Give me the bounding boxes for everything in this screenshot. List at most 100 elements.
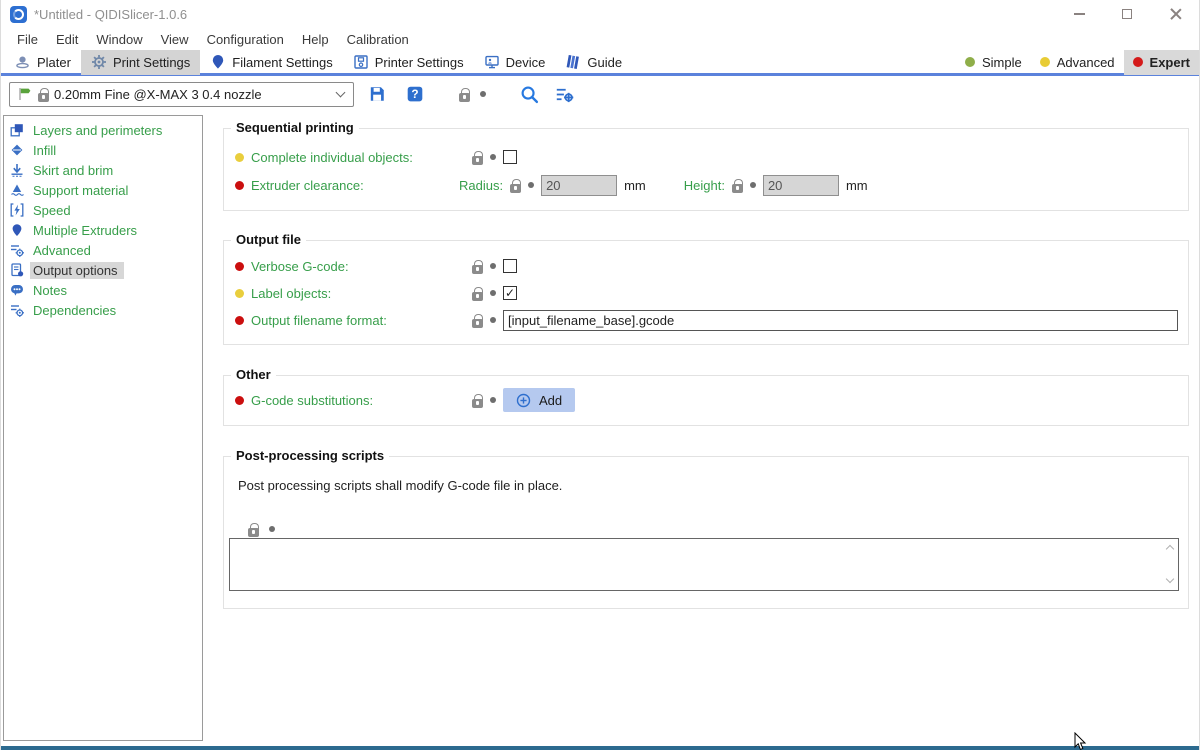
lock-icon[interactable]: [472, 399, 483, 408]
tab-filament-settings[interactable]: Filament Settings: [200, 50, 342, 75]
reset-dot-icon[interactable]: [750, 182, 756, 188]
advanced-mode-dot-icon: [1040, 57, 1050, 67]
speed-icon: [10, 203, 24, 217]
sidebar-item-infill[interactable]: Infill: [4, 140, 202, 160]
scroll-down-icon[interactable]: [1166, 577, 1174, 585]
advanced-icon: [10, 243, 24, 257]
reset-dot-icon[interactable]: [490, 290, 496, 296]
sidebar-item-label: Layers and perimeters: [30, 122, 168, 139]
sidebar-item-label: Skirt and brim: [30, 162, 119, 179]
tab-printer-settings[interactable]: Printer Settings: [343, 50, 474, 75]
save-preset-button[interactable]: [368, 85, 386, 103]
sidebar-item-label: Advanced: [30, 242, 97, 259]
minimize-button[interactable]: [1055, 0, 1103, 28]
reset-dot-icon[interactable]: [490, 263, 496, 269]
mode-label: Simple: [982, 55, 1022, 70]
printer-settings-icon: [353, 54, 369, 70]
tab-guide[interactable]: Guide: [555, 50, 632, 75]
sidebar-item-label: Notes: [30, 282, 73, 299]
mode-advanced[interactable]: Advanced: [1031, 50, 1124, 75]
height-input[interactable]: [763, 175, 839, 196]
section-title: Other: [231, 367, 276, 382]
settings-options-button[interactable]: [555, 85, 574, 104]
preset-dropdown[interactable]: 0.20mm Fine @X-MAX 3 0.4 nozzle: [9, 82, 354, 107]
reset-dot-icon[interactable]: [480, 91, 486, 97]
sidebar-item-label: Output options: [30, 262, 124, 279]
lock-toggle-button[interactable]: [459, 87, 470, 102]
complete-individual-objects-checkbox[interactable]: [503, 150, 517, 164]
radius-unit: mm: [624, 178, 646, 193]
label-objects-checkbox[interactable]: [503, 286, 517, 300]
menu-file[interactable]: File: [8, 30, 47, 49]
lock-icon[interactable]: [472, 319, 483, 328]
menu-edit[interactable]: Edit: [47, 30, 87, 49]
plater-icon: [15, 54, 31, 70]
tab-bar: Plater Print Settings Filament Settings: [1, 51, 1199, 76]
multiple-extruders-icon: [10, 223, 24, 237]
close-button[interactable]: [1151, 0, 1199, 28]
tab-print-settings[interactable]: Print Settings: [81, 50, 200, 75]
lock-icon[interactable]: [248, 528, 259, 537]
sidebar-item-output-options[interactable]: Output options: [4, 260, 202, 280]
guide-icon: [565, 54, 581, 70]
post-processing-description: Post processing scripts shall modify G-c…: [238, 478, 562, 493]
radius-input[interactable]: [541, 175, 617, 196]
tab-plater[interactable]: Plater: [5, 50, 81, 75]
maximize-button[interactable]: [1103, 0, 1151, 28]
flag-icon: [17, 86, 33, 102]
menu-calibration[interactable]: Calibration: [338, 30, 418, 49]
section-sequential-printing: Sequential printing Complete individual …: [223, 128, 1189, 211]
add-substitution-button[interactable]: Add: [503, 388, 575, 412]
reset-dot-icon[interactable]: [490, 397, 496, 403]
search-icon: [520, 85, 539, 104]
sidebar-item-skirt-and-brim[interactable]: Skirt and brim: [4, 160, 202, 180]
tab-label: Print Settings: [113, 55, 190, 70]
reset-dot-icon[interactable]: [269, 526, 275, 532]
option-row-gcode-substitutions: G-code substitutions: Add: [235, 388, 1178, 412]
menu-help[interactable]: Help: [293, 30, 338, 49]
output-options-icon: [10, 263, 24, 277]
section-title: Output file: [231, 232, 306, 247]
reset-dot-icon[interactable]: [490, 154, 496, 160]
reset-dot-icon[interactable]: [528, 182, 534, 188]
verbose-gcode-checkbox[interactable]: [503, 259, 517, 273]
post-processing-scripts-textarea[interactable]: [230, 539, 1178, 590]
lock-icon[interactable]: [472, 156, 483, 165]
sidebar-item-advanced[interactable]: Advanced: [4, 240, 202, 260]
option-row-complete-individual-objects: Complete individual objects:: [235, 145, 1178, 169]
options-panel: Sequential printing Complete individual …: [223, 115, 1191, 741]
tab-device[interactable]: Device: [474, 50, 556, 75]
simple-mode-dot-icon: [965, 57, 975, 67]
option-level-dot-icon: [235, 181, 244, 190]
preset-toolbar: 0.20mm Fine @X-MAX 3 0.4 nozzle ?: [1, 76, 1199, 112]
output-filename-format-input[interactable]: [503, 310, 1178, 331]
mode-simple[interactable]: Simple: [956, 50, 1031, 75]
search-button[interactable]: [520, 85, 539, 104]
sidebar-item-support-material[interactable]: Support material: [4, 180, 202, 200]
option-level-dot-icon: [235, 316, 244, 325]
sidebar-item-notes[interactable]: Notes: [4, 280, 202, 300]
sidebar-item-layers-and-perimeters[interactable]: Layers and perimeters: [4, 120, 202, 140]
lock-icon[interactable]: [472, 292, 483, 301]
help-button[interactable]: ?: [406, 85, 424, 103]
maximize-icon: [1122, 9, 1132, 19]
menu-window[interactable]: Window: [87, 30, 151, 49]
menu-configuration[interactable]: Configuration: [198, 30, 293, 49]
mode-expert[interactable]: Expert: [1124, 50, 1199, 75]
menu-view[interactable]: View: [152, 30, 198, 49]
scroll-up-icon[interactable]: [1166, 544, 1174, 552]
sidebar-item-speed[interactable]: Speed: [4, 200, 202, 220]
sidebar-item-label: Dependencies: [30, 302, 122, 319]
mouse-cursor-icon: [1074, 732, 1087, 752]
height-unit: mm: [846, 178, 868, 193]
option-level-dot-icon: [235, 262, 244, 271]
lock-icon[interactable]: [732, 184, 743, 193]
sidebar-item-dependencies[interactable]: Dependencies: [4, 300, 202, 320]
option-label: Label objects:: [251, 286, 331, 301]
sidebar-item-label: Support material: [30, 182, 134, 199]
lock-icon[interactable]: [472, 265, 483, 274]
lock-icon[interactable]: [510, 184, 521, 193]
sidebar-item-multiple-extruders[interactable]: Multiple Extruders: [4, 220, 202, 240]
option-label: Complete individual objects:: [251, 150, 413, 165]
reset-dot-icon[interactable]: [490, 317, 496, 323]
